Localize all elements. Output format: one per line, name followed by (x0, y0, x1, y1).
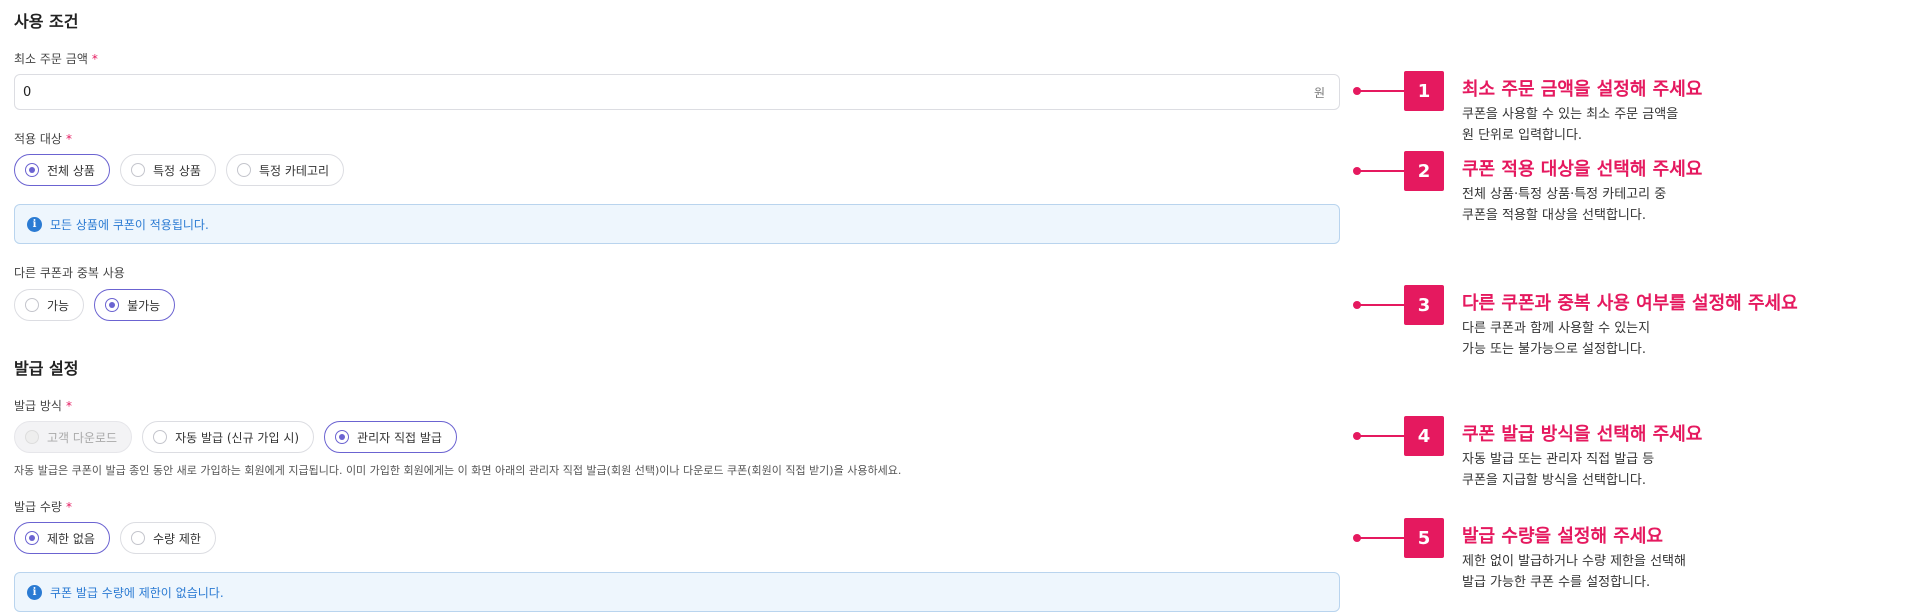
annotation-line-text: 발급 가능한 쿠폰 수를 설정합니다. (1462, 575, 1651, 590)
radio-label: 고객 다운로드 (47, 430, 118, 445)
annotation-line-text: 쿠폰을 사용할 수 있는 최소 주문 금액을 (1462, 107, 1679, 122)
min-order-value: 0 (23, 84, 32, 100)
radio-dot (25, 430, 39, 444)
target-info-box: i 모든 상품에 쿠폰이 적용됩니다. (14, 204, 1340, 244)
annotation-line (1357, 435, 1407, 437)
annotation-desc: 쿠폰을 사용할 수 있는 최소 주문 금액을원 단위로 입력합니다. (1462, 104, 1678, 146)
radio-label: 제한 없음 (47, 531, 95, 546)
annotation-title: 쿠폰 적용 대상을 선택해 주세요 (1462, 159, 1703, 180)
info-icon: i (27, 216, 42, 232)
target-radio-group: 전체 상품 특정 상품 특정 카테고리 (14, 154, 345, 186)
annotation-line (1357, 170, 1407, 172)
quantity-info-text: 쿠폰 발급 수량에 제한이 없습니다. (50, 585, 224, 600)
annotation-line (1357, 304, 1407, 306)
annotation-line-text: 전체 상품·특정 상품·특정 카테고리 중 (1462, 187, 1667, 202)
annotation-line (1357, 537, 1407, 539)
radio-dot (130, 531, 145, 545)
radio-method-download: 고객 다운로드 (14, 421, 133, 453)
annotation-title: 최소 주문 금액을 설정해 주세요 (1462, 79, 1703, 100)
radio-target-products[interactable]: 특정 상품 (119, 154, 216, 186)
radio-dot (105, 298, 120, 312)
annotation-desc: 자동 발급 또는 관리자 직접 발급 등쿠폰을 지급할 방식을 선택합니다. (1462, 449, 1654, 491)
radio-method-admin[interactable]: 관리자 직접 발급 (324, 421, 457, 453)
annotation-title: 다른 쿠폰과 중복 사용 여부를 설정해 주세요 (1462, 293, 1798, 314)
radio-dot (236, 163, 251, 177)
min-order-input[interactable]: 0 원 (14, 74, 1340, 110)
annotation-title: 쿠폰 발급 방식을 선택해 주세요 (1462, 424, 1703, 445)
annotation-line-text: 쿠폰을 적용할 대상을 선택합니다. (1462, 208, 1646, 223)
quantity-label-text: 발급 수량 (14, 500, 62, 514)
radio-target-category[interactable]: 특정 카테고리 (225, 154, 345, 186)
annotation-line-text: 원 단위로 입력합니다. (1462, 128, 1583, 143)
required-mark: * (65, 399, 72, 413)
method-label: 발급 방식 * (14, 397, 72, 414)
duplicate-radio-group: 가능 불가능 (14, 289, 176, 321)
method-radio-group: 고객 다운로드 자동 발급 (신규 가입 시) 관리자 직접 발급 (14, 421, 457, 453)
min-order-label: 최소 주문 금액 * (14, 50, 98, 67)
annotation-line-text: 다른 쿠폰과 함께 사용할 수 있는지 (1462, 321, 1651, 336)
annotation-line-text: 자동 발급 또는 관리자 직접 발급 등 (1462, 452, 1655, 467)
radio-dot (335, 430, 350, 444)
annotation-line-text: 제한 없이 발급하거나 수량 제한을 선택해 (1462, 554, 1686, 569)
section-title-issue: 발급 설정 (14, 359, 79, 378)
radio-duplicate-no[interactable]: 불가능 (94, 289, 176, 321)
required-mark: * (65, 132, 72, 146)
radio-label: 관리자 직접 발급 (357, 430, 442, 445)
annotation-badge: 2 (1404, 151, 1444, 191)
radio-dot (153, 430, 168, 444)
annotation-title: 발급 수량을 설정해 주세요 (1462, 526, 1663, 547)
radio-label: 불가능 (127, 298, 161, 313)
annotation-desc: 다른 쿠폰과 함께 사용할 수 있는지가능 또는 불가능으로 설정합니다. (1462, 318, 1650, 360)
method-label-text: 발급 방식 (14, 399, 62, 413)
target-label-text: 적용 대상 (14, 132, 62, 146)
radio-dot (25, 298, 39, 312)
quantity-radio-group: 제한 없음 수량 제한 (14, 522, 216, 554)
radio-label: 자동 발급 (신규 가입 시) (175, 430, 300, 445)
annotation-badge: 5 (1404, 518, 1444, 558)
min-order-unit: 원 (1313, 85, 1325, 100)
annotation-badge: 3 (1404, 285, 1444, 325)
required-mark: * (65, 500, 72, 514)
annotation-badge: 1 (1404, 71, 1444, 111)
radio-duplicate-yes[interactable]: 가능 (14, 289, 85, 321)
radio-label: 가능 (47, 298, 70, 313)
annotation-desc: 제한 없이 발급하거나 수량 제한을 선택해발급 가능한 쿠폰 수를 설정합니다… (1462, 551, 1686, 593)
info-icon: i (27, 584, 42, 600)
radio-label: 전체 상품 (47, 163, 95, 178)
required-mark: * (91, 52, 98, 66)
annotation-line (1357, 90, 1407, 92)
min-order-label-text: 최소 주문 금액 (14, 52, 88, 66)
quantity-info-box: i 쿠폰 발급 수량에 제한이 없습니다. (14, 572, 1340, 612)
annotation-badge: 4 (1404, 416, 1444, 456)
radio-label: 특정 카테고리 (258, 163, 330, 178)
radio-label: 수량 제한 (152, 531, 201, 546)
quantity-label: 발급 수량 * (14, 498, 72, 515)
radio-method-auto[interactable]: 자동 발급 (신규 가입 시) (142, 421, 315, 453)
radio-dot (25, 163, 39, 177)
radio-quantity-unlimited[interactable]: 제한 없음 (14, 522, 110, 554)
radio-quantity-limited[interactable]: 수량 제한 (119, 522, 216, 554)
annotation-line-text: 쿠폰을 지급할 방식을 선택합니다. (1462, 473, 1646, 488)
annotation-desc: 전체 상품·특정 상품·특정 카테고리 중쿠폰을 적용할 대상을 선택합니다. (1462, 184, 1666, 226)
method-help-text: 자동 발급은 쿠폰이 발급 종인 동안 새로 가입하는 회원에게 지급됩니다. … (14, 464, 902, 477)
radio-target-all[interactable]: 전체 상품 (14, 154, 110, 186)
target-label: 적용 대상 * (14, 130, 72, 147)
radio-dot (25, 531, 39, 545)
target-info-text: 모든 상품에 쿠폰이 적용됩니다. (50, 217, 209, 232)
radio-label: 특정 상품 (152, 163, 201, 178)
duplicate-label: 다른 쿠폰과 중복 사용 (14, 266, 125, 280)
section-title-usage: 사용 조건 (14, 12, 79, 31)
annotation-line-text: 가능 또는 불가능으로 설정합니다. (1462, 342, 1646, 357)
radio-dot (130, 163, 145, 177)
